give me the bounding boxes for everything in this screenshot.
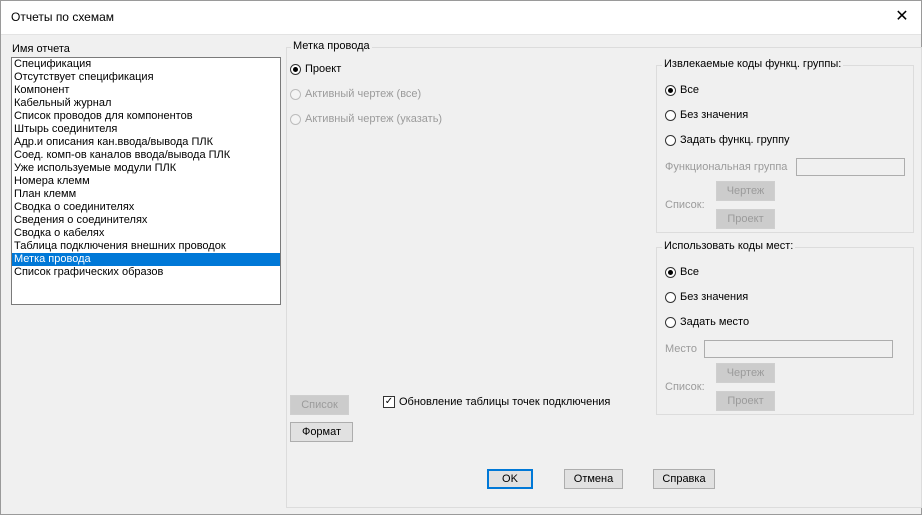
update-checkbox[interactable]: ✓ Обновление таблицы точек подключения	[383, 396, 610, 408]
location-title: Использовать коды мест:	[662, 240, 796, 252]
list-button[interactable]: Список	[290, 395, 349, 415]
radio-project[interactable]: Проект	[290, 63, 341, 75]
radio-active-drawing-all-label: Активный чертеж (все)	[305, 88, 422, 100]
ok-button[interactable]: OK	[487, 469, 533, 489]
title-separator	[1, 34, 921, 35]
list-item[interactable]: Номера клемм	[12, 175, 280, 188]
loc-list-label: Список:	[665, 381, 705, 393]
func-radio-all-label: Все	[680, 84, 699, 96]
loc-radio-all-label: Все	[680, 266, 699, 278]
radio-active-drawing-pick[interactable]: Активный чертеж (указать)	[290, 113, 442, 125]
report-list-label: Имя отчета	[12, 43, 70, 55]
loc-radio-no-value[interactable]: Без значения	[665, 291, 748, 303]
func-project-button[interactable]: Проект	[716, 209, 775, 229]
close-icon[interactable]: ✕	[887, 3, 917, 31]
list-item[interactable]: Спецификация	[12, 58, 280, 71]
radio-active-drawing-all-circle	[290, 88, 301, 100]
list-item[interactable]: Список проводов для компонентов	[12, 110, 280, 123]
loc-drawing-button[interactable]: Чертеж	[716, 363, 775, 383]
radio-project-circle	[290, 63, 301, 75]
list-item[interactable]: Штырь соединителя	[12, 123, 280, 136]
update-checkbox-box: ✓	[383, 396, 395, 408]
loc-radio-set[interactable]: Задать место	[665, 316, 749, 328]
list-item[interactable]: Сводка о соединителях	[12, 201, 280, 214]
update-checkbox-label: Обновление таблицы точек подключения	[399, 396, 611, 408]
format-button[interactable]: Формат	[290, 422, 353, 442]
list-item[interactable]: Компонент	[12, 84, 280, 97]
location-field-label: Место	[665, 343, 697, 355]
radio-project-label: Проект	[305, 63, 342, 75]
cancel-button[interactable]: Отмена	[564, 469, 623, 489]
radio-active-drawing-all[interactable]: Активный чертеж (все)	[290, 88, 421, 100]
func-radio-no-value-label: Без значения	[680, 109, 749, 121]
report-list[interactable]: Спецификация Отсутствует спецификация Комп…	[11, 57, 281, 305]
location-field[interactable]	[704, 340, 893, 358]
func-group-field[interactable]	[796, 158, 905, 176]
help-button[interactable]: Справка	[653, 469, 715, 489]
func-group-title: Извлекаемые коды функц. группы:	[662, 58, 844, 70]
list-item[interactable]: Соед. комп-ов каналов ввода/вывода ПЛК	[12, 149, 280, 162]
func-drawing-button[interactable]: Чертеж	[716, 181, 775, 201]
list-item[interactable]: Сведения о соединителях	[12, 214, 280, 227]
list-item[interactable]: Сводка о кабелях	[12, 227, 280, 240]
func-group-field-label: Функциональная группа	[665, 161, 788, 173]
list-item[interactable]: Адр.и описания кан.ввода/вывода ПЛК	[12, 136, 280, 149]
title-bar: Отчеты по схемам ✕	[1, 1, 921, 34]
dialog-title: Отчеты по схемам	[11, 10, 115, 24]
radio-active-drawing-pick-label: Активный чертеж (указать)	[305, 113, 443, 125]
wire-label-group-title: Метка провода	[291, 40, 372, 52]
func-radio-set-label: Задать функц. группу	[680, 134, 790, 146]
func-list-label: Список:	[665, 199, 705, 211]
func-radio-no-value-circle	[665, 109, 676, 121]
loc-radio-no-value-circle	[665, 291, 676, 303]
list-item[interactable]: Метка провода	[12, 253, 280, 266]
list-item[interactable]: Уже используемые модули ПЛК	[12, 162, 280, 175]
func-radio-all-circle	[665, 84, 676, 96]
loc-project-button[interactable]: Проект	[716, 391, 775, 411]
list-item[interactable]: Таблица подключения внешних проводок	[12, 240, 280, 253]
loc-radio-set-label: Задать место	[680, 316, 750, 328]
list-item[interactable]: Отсутствует спецификация	[12, 71, 280, 84]
radio-active-drawing-pick-circle	[290, 113, 301, 125]
func-radio-set[interactable]: Задать функц. группу	[665, 134, 790, 146]
list-item[interactable]: Кабельный журнал	[12, 97, 280, 110]
loc-radio-set-circle	[665, 316, 676, 328]
func-radio-all[interactable]: Все	[665, 84, 699, 96]
list-item[interactable]: Список графических образов	[12, 266, 280, 279]
dialog-window: Отчеты по схемам ✕ Имя отчета Спецификац…	[0, 0, 922, 515]
func-radio-no-value[interactable]: Без значения	[665, 109, 748, 121]
loc-radio-all[interactable]: Все	[665, 266, 699, 278]
loc-radio-no-value-label: Без значения	[680, 291, 749, 303]
func-radio-set-circle	[665, 134, 676, 146]
loc-radio-all-circle	[665, 266, 676, 278]
list-item[interactable]: План клемм	[12, 188, 280, 201]
